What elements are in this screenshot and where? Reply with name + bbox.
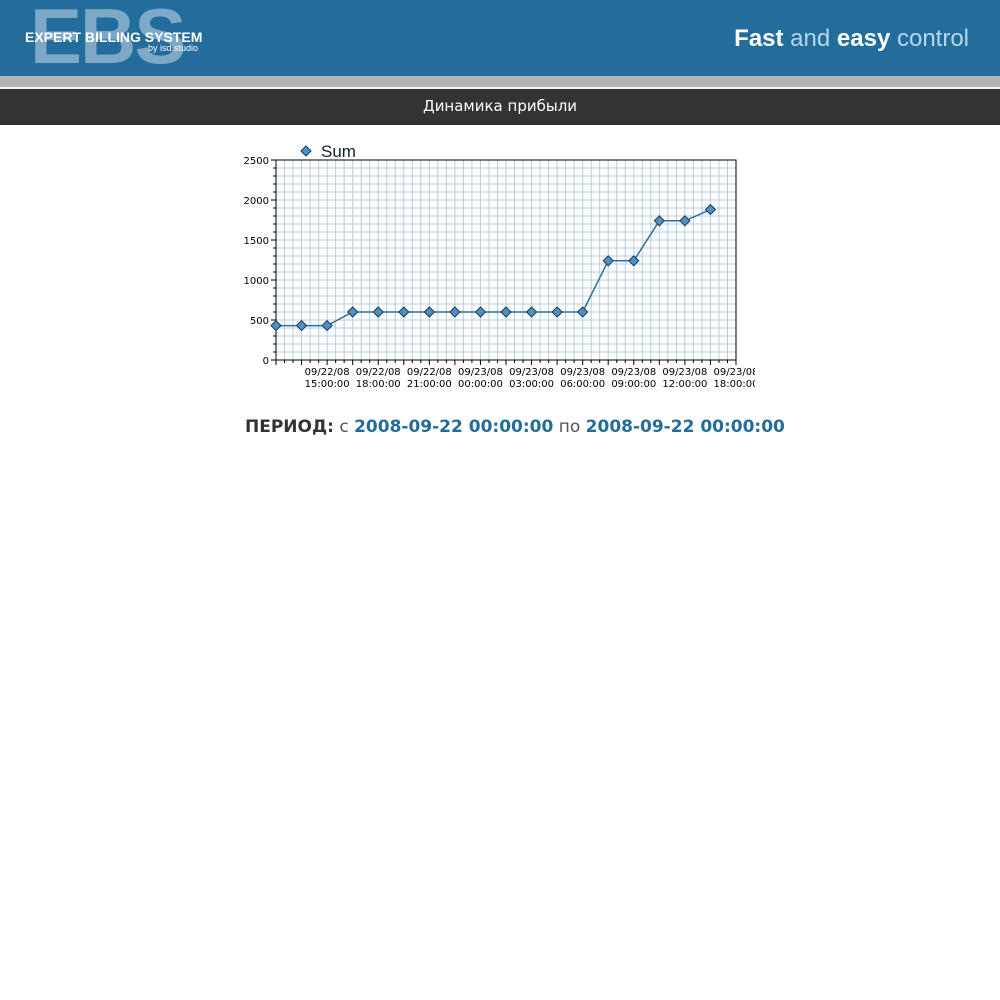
x-tick-label: 21:00:00 [407,379,452,390]
x-tick-label: 09/23/08 [560,367,605,378]
x-tick-label: 18:00:00 [714,379,755,390]
y-tick-label: 2500 [244,156,269,167]
slogan-word: and [783,25,837,52]
x-tick-label: 15:00:00 [305,379,350,390]
y-tick-label: 2000 [244,196,269,207]
x-tick-label: 12:00:00 [662,379,707,390]
legend-label: Sum [321,142,356,161]
x-tick-label: 03:00:00 [509,379,554,390]
slogan: Fast and easy control [734,25,969,53]
period-to-date: 2008-09-22 00:00:00 [585,417,785,437]
legend-marker [300,145,312,157]
x-tick-label: 09/23/08 [714,367,755,378]
y-tick-label: 1000 [244,276,269,287]
header-divider [0,76,1000,87]
period-label: ПЕРИОД: [245,417,334,437]
logo-subtitle: by isd studio [148,43,199,53]
x-tick-label: 09/23/08 [458,367,503,378]
period-from-word: с [339,417,349,437]
y-tick-label: 500 [250,316,269,327]
x-tick-label: 06:00:00 [560,379,605,390]
x-tick-label: 09/22/08 [356,367,401,378]
x-tick-label: 09/22/08 [407,367,452,378]
y-tick-label: 1500 [244,236,269,247]
x-tick-label: 09/23/08 [662,367,707,378]
slogan-word: control [890,25,969,52]
x-tick-label: 09:00:00 [611,379,656,390]
y-tick-label: 0 [263,356,269,367]
x-tick-label: 09/23/08 [509,367,554,378]
x-tick-label: 09/22/08 [305,367,350,378]
slogan-word: Fast [734,25,784,52]
page-title: Динамика прибыли [0,89,1000,125]
period-to-word: по [558,417,581,437]
profit-chart: 0500100015002000250009/22/0815:00:0009/2… [244,142,755,390]
slogan-word: easy [836,25,891,52]
x-tick-label: 00:00:00 [458,379,503,390]
app-header: EBS EXPERT BILLING SYSTEM by isd studio … [0,0,1000,78]
period-from-date: 2008-09-22 00:00:00 [354,417,554,437]
x-tick-label: 09/23/08 [611,367,656,378]
period-line: ПЕРИОД: с 2008-09-22 00:00:00 по 2008-09… [245,416,785,438]
x-tick-label: 18:00:00 [356,379,401,390]
